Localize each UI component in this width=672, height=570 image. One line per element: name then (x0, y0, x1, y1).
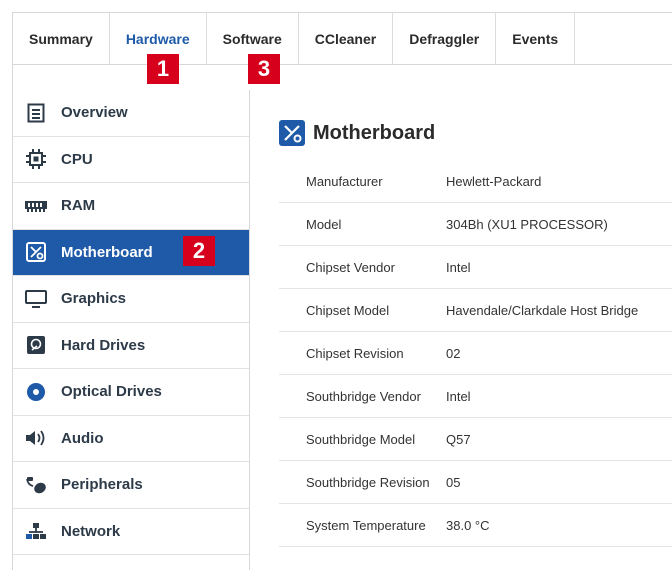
property-key: Southbridge Vendor (306, 388, 421, 404)
property-value: 02 (446, 345, 461, 361)
tab-events[interactable]: Events (496, 13, 576, 65)
property-value: Intel (446, 259, 471, 275)
table-row: Chipset Vendor Intel (279, 246, 672, 289)
section-title-text: Motherboard (313, 121, 436, 144)
sidebar-item-network[interactable]: Network (13, 509, 249, 555)
sidebar: Overview CPU RAM Motherboard Graphics Ha… (12, 90, 250, 570)
main-panel: Motherboard Manufacturer Hewlett-Packard … (249, 90, 672, 558)
sidebar-item-overview[interactable]: Overview (13, 90, 249, 137)
sidebar-item-graphics[interactable]: Graphics (13, 276, 249, 323)
sidebar-item-label: Peripherals (61, 476, 143, 494)
table-row: Southbridge Revision 05 (279, 461, 672, 504)
property-key: Southbridge Model (306, 431, 416, 447)
sidebar-item-label: Overview (61, 104, 128, 122)
tab-summary[interactable]: Summary (13, 13, 110, 65)
sidebar-item-cpu[interactable]: CPU (13, 137, 249, 183)
property-value: 304Bh (XU1 PROCESSOR) (446, 216, 608, 232)
table-row: Model 304Bh (XU1 PROCESSOR) (279, 203, 672, 246)
motherboard-icon (279, 120, 305, 146)
motherboard-icon (25, 241, 47, 263)
overview-icon (25, 102, 47, 124)
annotation-badge-1: 1 (147, 54, 179, 84)
tab-ccleaner[interactable]: CCleaner (299, 13, 394, 65)
property-key: Model (306, 216, 342, 232)
sidebar-item-hard-drives[interactable]: Hard Drives (13, 323, 249, 369)
property-key: Chipset Revision (306, 345, 404, 361)
sidebar-item-label: CPU (61, 150, 93, 168)
sidebar-item-audio[interactable]: Audio (13, 416, 249, 462)
property-value: Q57 (446, 431, 471, 447)
sidebar-item-label: RAM (61, 197, 96, 215)
sidebar-item-label: Audio (61, 429, 104, 447)
sidebar-item-label: Motherboard (61, 243, 153, 261)
property-value: Intel (446, 388, 471, 404)
table-row: Manufacturer Hewlett-Packard (279, 160, 672, 203)
hard-drive-icon (25, 334, 47, 356)
property-key: System Temperature (306, 517, 426, 533)
table-row: System Temperature 38.0 °C (279, 504, 672, 547)
tab-strip-divider (12, 64, 672, 91)
sidebar-item-label: Network (61, 522, 121, 540)
peripherals-icon (25, 474, 47, 496)
sidebar-item-ram[interactable]: RAM (13, 183, 249, 230)
sidebar-item-label: Optical Drives (61, 383, 162, 401)
network-icon (25, 520, 47, 542)
property-key: Southbridge Revision (306, 474, 430, 490)
tab-defraggler[interactable]: Defraggler (393, 13, 497, 65)
sidebar-item-peripherals[interactable]: Peripherals (13, 462, 249, 509)
property-value: Havendale/Clarkdale Host Bridge (446, 302, 639, 318)
sidebar-item-optical-drives[interactable]: Optical Drives (13, 369, 249, 416)
property-key: Chipset Vendor (306, 259, 395, 275)
monitor-icon (25, 288, 47, 310)
table-row: Chipset Model Havendale/Clarkdale Host Br… (279, 289, 672, 332)
property-value: 05 (446, 474, 461, 490)
speaker-icon (25, 427, 47, 449)
table-row: Chipset Revision 02 (279, 332, 672, 375)
annotation-badge-2: 2 (183, 236, 215, 266)
property-value: Hewlett-Packard (446, 173, 542, 189)
table-row: Southbridge Vendor Intel (279, 375, 672, 418)
optical-disc-icon (25, 381, 47, 403)
tab-bar: Summary Hardware Software CCleaner Defra… (12, 12, 672, 65)
property-key: Manufacturer (306, 173, 383, 189)
sidebar-item-label: Graphics (61, 290, 127, 308)
property-value: 38.0 °C (446, 517, 490, 533)
ram-icon (25, 195, 47, 217)
annotation-badge-3: 3 (248, 54, 280, 84)
sidebar-item-label: Hard Drives (61, 336, 146, 354)
page-title: Motherboard (279, 120, 435, 146)
property-table: Manufacturer Hewlett-Packard Model 304Bh (… (279, 160, 672, 547)
table-row: Southbridge Model Q57 (279, 418, 672, 461)
property-key: Chipset Model (306, 302, 390, 318)
cpu-icon (25, 148, 47, 170)
